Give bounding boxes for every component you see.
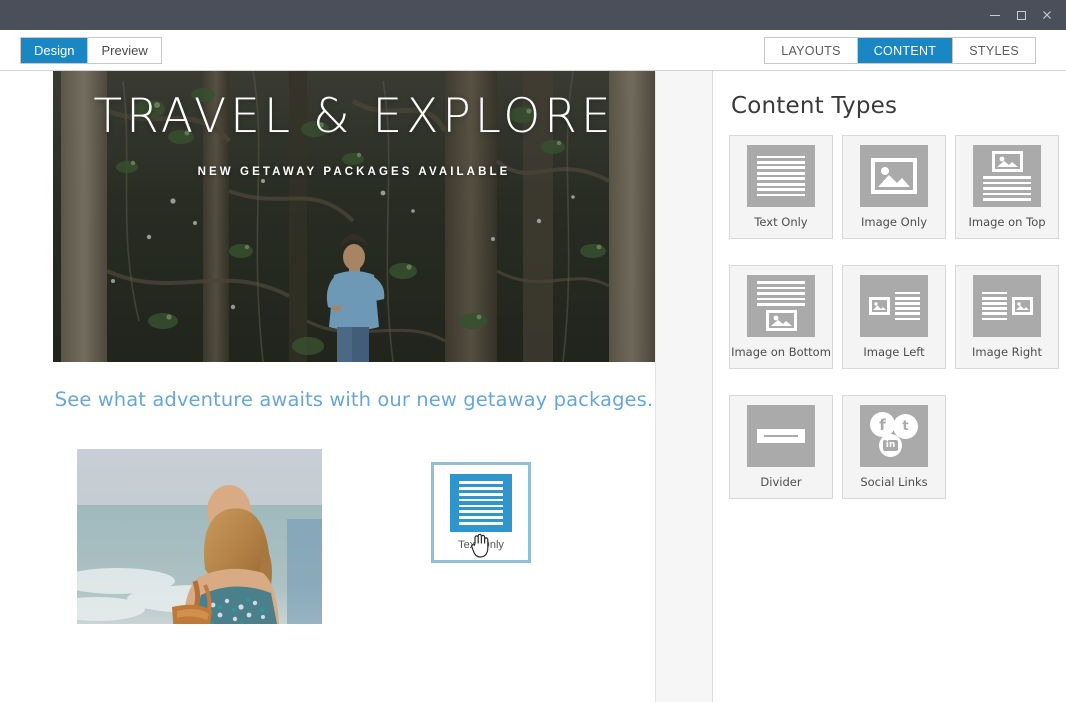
title-bar bbox=[0, 0, 1066, 30]
hero-block[interactable]: TRAVEL & EXPLORE NEW GETAWAY PACKAGES AV… bbox=[53, 71, 655, 362]
content-type-grid: Text Only Image Only Image on Top Image … bbox=[729, 135, 1059, 499]
application-window: Design Preview LAYOUTS CONTENT STYLES TR… bbox=[0, 0, 1066, 702]
content-tile-divider[interactable]: Divider bbox=[729, 395, 833, 499]
tile-label: Image Right bbox=[972, 345, 1042, 359]
editor-area: TRAVEL & EXPLORE NEW GETAWAY PACKAGES AV… bbox=[0, 71, 712, 702]
close-icon[interactable] bbox=[1034, 2, 1060, 28]
picture-above-text-icon bbox=[973, 145, 1041, 207]
linkedin-icon: in bbox=[879, 434, 902, 457]
dragged-content-tile[interactable]: Text Only bbox=[431, 462, 531, 563]
tab-content[interactable]: CONTENT bbox=[857, 38, 954, 63]
social-links-icon: f t in bbox=[860, 405, 928, 467]
tab-layouts[interactable]: LAYOUTS bbox=[765, 38, 858, 63]
tab-styles[interactable]: STYLES bbox=[953, 38, 1035, 63]
text-left-picture-icon bbox=[973, 275, 1041, 337]
content-tile-text-only[interactable]: Text Only bbox=[729, 135, 833, 239]
tile-label: Image Only bbox=[860, 215, 927, 229]
content-types-panel: Content Types Text Only Image Only Image… bbox=[712, 71, 1066, 702]
maximize-icon[interactable] bbox=[1008, 2, 1034, 28]
tile-label: Image on Top bbox=[968, 215, 1046, 229]
content-tile-image-on-bottom[interactable]: Image on Bottom bbox=[729, 265, 833, 369]
tile-label: Text Only bbox=[754, 215, 808, 229]
tile-label: Divider bbox=[760, 475, 802, 489]
tagline-text[interactable]: See what adventure awaits with our new g… bbox=[53, 388, 655, 411]
text-lines-icon bbox=[450, 474, 512, 532]
design-preview-toggle: Design Preview bbox=[20, 36, 162, 64]
tile-label: Image Left bbox=[863, 345, 925, 359]
text-lines-icon bbox=[747, 145, 815, 207]
workspace: TRAVEL & EXPLORE NEW GETAWAY PACKAGES AV… bbox=[0, 71, 1066, 702]
minimize-icon[interactable] bbox=[982, 2, 1008, 28]
toolbar: Design Preview LAYOUTS CONTENT STYLES bbox=[0, 30, 1066, 71]
tile-label: Social Links bbox=[860, 475, 928, 489]
content-tile-image-only[interactable]: Image Only bbox=[842, 135, 946, 239]
text-above-picture-icon bbox=[747, 275, 815, 337]
hero-subtitle: NEW GETAWAY PACKAGES AVAILABLE bbox=[197, 166, 511, 178]
email-canvas[interactable]: TRAVEL & EXPLORE NEW GETAWAY PACKAGES AV… bbox=[0, 71, 656, 702]
picture-left-text-icon bbox=[860, 275, 928, 337]
content-tile-image-right[interactable]: Image Right bbox=[955, 265, 1059, 369]
content-row: Text Only bbox=[53, 449, 655, 639]
picture-icon bbox=[860, 145, 928, 207]
panel-title: Content Types bbox=[731, 93, 898, 119]
hero-title: TRAVEL & EXPLORE bbox=[93, 89, 615, 144]
beach-image bbox=[77, 449, 322, 624]
tab-design[interactable]: Design bbox=[21, 37, 89, 63]
tile-label: Image on Bottom bbox=[731, 345, 831, 359]
divider-icon bbox=[747, 405, 815, 467]
content-tile-social-links[interactable]: f t in Social Links bbox=[842, 395, 946, 499]
dragged-tile-label: Text Only bbox=[458, 539, 504, 551]
content-tile-image-on-top[interactable]: Image on Top bbox=[955, 135, 1059, 239]
panel-tabs: LAYOUTS CONTENT STYLES bbox=[764, 37, 1036, 64]
content-tile-image-left[interactable]: Image Left bbox=[842, 265, 946, 369]
beach-photo[interactable] bbox=[77, 449, 322, 624]
tab-preview[interactable]: Preview bbox=[88, 37, 161, 63]
